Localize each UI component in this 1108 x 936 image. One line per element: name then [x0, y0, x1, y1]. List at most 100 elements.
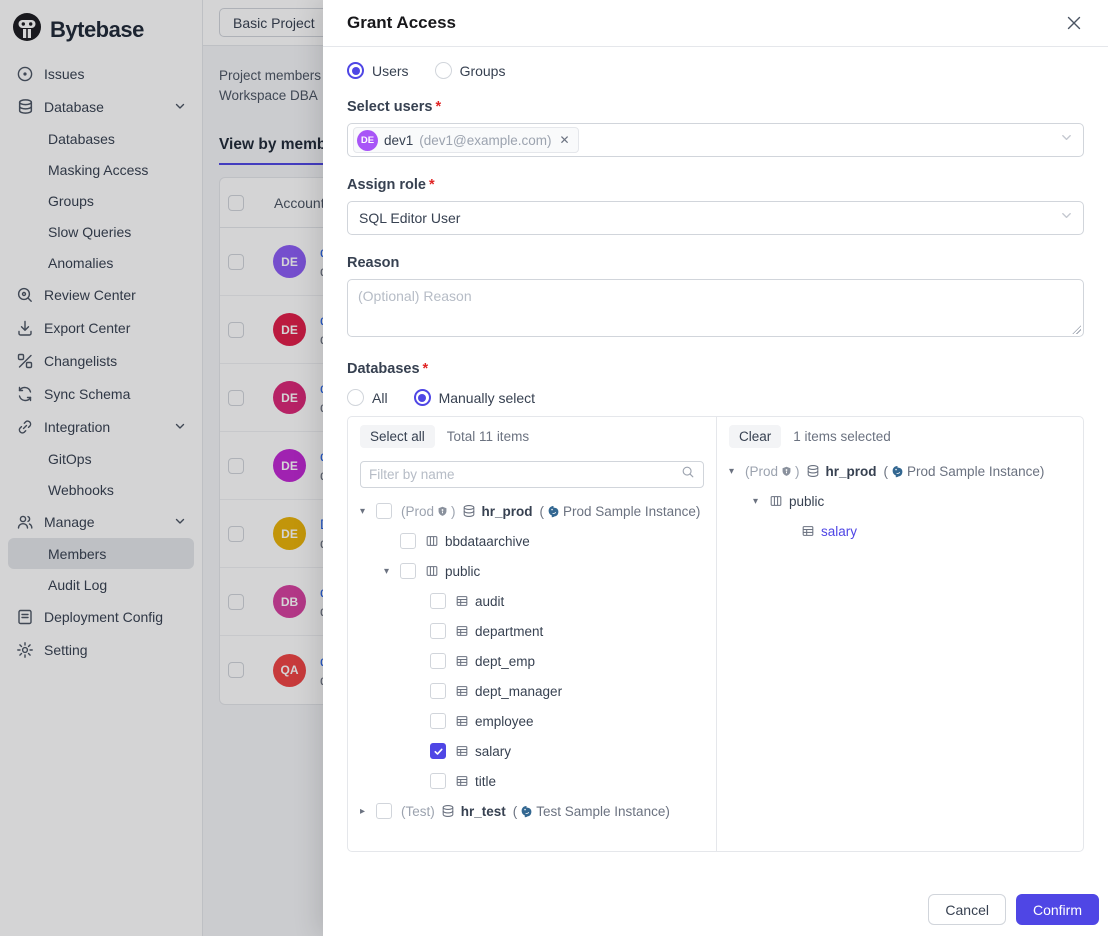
checkbox-checked[interactable] [430, 743, 446, 759]
confirm-button[interactable]: Confirm [1016, 894, 1099, 925]
chevron-down-icon [1060, 131, 1073, 149]
picker-source-pane: Select all Total 11 items ▾ (Prod) [348, 417, 717, 851]
tree-row-bbdataarchive[interactable]: bbdataarchive [360, 526, 704, 556]
select-users-input[interactable]: DE dev1 (dev1@example.com) ✕ [347, 123, 1084, 157]
database-icon [441, 804, 455, 818]
schema-icon [425, 534, 439, 548]
modal-title: Grant Access [347, 13, 456, 33]
radio-dot [347, 389, 364, 406]
table-icon [801, 524, 815, 538]
reason-textarea[interactable] [347, 279, 1084, 337]
radio-manually-select[interactable]: Manually select [414, 389, 536, 406]
tree-row-public-selected[interactable]: ▾ public [729, 486, 1071, 516]
databases-label: Databases* [347, 361, 1084, 377]
grant-access-modal: Grant Access Users Groups Select users* … [323, 0, 1108, 936]
assign-role-label: Assign role* [347, 177, 1084, 193]
postgresql-icon [520, 805, 533, 818]
postgresql-icon [891, 465, 904, 478]
table-icon [455, 774, 469, 788]
tree-row-audit[interactable]: audit [360, 586, 704, 616]
checkbox[interactable] [430, 623, 446, 639]
tree-row-hr-test[interactable]: ▸ (Test) hr_test (Test Sample Instance) [360, 796, 704, 826]
cancel-button[interactable]: Cancel [928, 894, 1006, 925]
caret-down-icon[interactable]: ▾ [384, 566, 400, 577]
databases-scope-radio-group: All Manually select [347, 389, 1084, 406]
radio-dot [435, 62, 452, 79]
table-icon [455, 654, 469, 668]
table-icon [455, 684, 469, 698]
user-name: dev1 [384, 133, 413, 148]
checkbox[interactable] [430, 773, 446, 789]
tree-row-hr-prod-selected[interactable]: ▾ (Prod) hr_prod (Prod Sample Instance) [729, 456, 1071, 486]
remove-tag-icon[interactable]: ✕ [560, 133, 570, 147]
radio-all-databases[interactable]: All [347, 389, 388, 406]
filter-box [360, 461, 704, 488]
resize-handle[interactable] [1072, 325, 1081, 334]
modal-body: Users Groups Select users* DE dev1 (dev1… [323, 47, 1108, 878]
table-icon [455, 714, 469, 728]
filter-input[interactable] [369, 467, 681, 482]
caret-right-icon[interactable]: ▸ [360, 806, 376, 817]
assign-role-select[interactable]: SQL Editor User [347, 201, 1084, 235]
checkbox[interactable] [400, 563, 416, 579]
checkbox[interactable] [430, 683, 446, 699]
schema-icon [769, 494, 783, 508]
schema-icon [425, 564, 439, 578]
required-asterisk: * [435, 99, 441, 115]
postgresql-icon [547, 505, 560, 518]
shield-icon [781, 466, 792, 477]
caret-down-icon[interactable]: ▾ [729, 466, 745, 477]
checkbox[interactable] [400, 533, 416, 549]
tree-row-hr-prod[interactable]: ▾ (Prod) hr_prod (Prod Sample Instance) [360, 496, 704, 526]
instance-label: (Test Sample Instance) [513, 804, 670, 819]
selected-tree: ▾ (Prod) hr_prod (Prod Sample Instance) … [729, 456, 1071, 546]
radio-users[interactable]: Users [347, 62, 409, 79]
tree-row-dept-manager[interactable]: dept_manager [360, 676, 704, 706]
chevron-down-icon [1060, 209, 1073, 227]
database-icon [462, 504, 476, 518]
tree-row-department[interactable]: department [360, 616, 704, 646]
shield-icon [437, 506, 448, 517]
tree-row-dept-emp[interactable]: dept_emp [360, 646, 704, 676]
checkbox[interactable] [430, 713, 446, 729]
clear-button[interactable]: Clear [729, 425, 781, 448]
required-asterisk: * [429, 177, 435, 193]
checkbox[interactable] [376, 803, 392, 819]
database-tree: ▾ (Prod) hr_prod (Prod Sample Instance) … [360, 496, 704, 826]
tree-row-salary[interactable]: salary [360, 736, 704, 766]
environment-label: (Test) [401, 804, 435, 819]
checkbox[interactable] [430, 593, 446, 609]
table-icon [455, 624, 469, 638]
tree-row-public[interactable]: ▾ public [360, 556, 704, 586]
radio-groups[interactable]: Groups [435, 62, 506, 79]
caret-down-icon[interactable]: ▾ [753, 496, 769, 507]
radio-dot [347, 62, 364, 79]
select-all-button[interactable]: Select all [360, 425, 435, 448]
tree-row-salary-selected[interactable]: salary [729, 516, 1071, 546]
checkbox[interactable] [430, 653, 446, 669]
scope-radio-group: Users Groups [347, 62, 1084, 79]
modal-header: Grant Access [323, 0, 1108, 47]
selected-user-tag: DE dev1 (dev1@example.com) ✕ [353, 127, 579, 153]
database-picker: Select all Total 11 items ▾ (Prod) [347, 416, 1084, 852]
assign-role-value: SQL Editor User [353, 210, 460, 226]
checkbox[interactable] [376, 503, 392, 519]
table-icon [455, 744, 469, 758]
radio-dot [414, 389, 431, 406]
caret-down-icon[interactable]: ▾ [360, 506, 376, 517]
required-asterisk: * [423, 361, 429, 377]
instance-label: (Prod Sample Instance) [884, 464, 1045, 479]
tree-row-title[interactable]: title [360, 766, 704, 796]
database-icon [806, 464, 820, 478]
environment-label: (Prod) [745, 464, 800, 479]
app-root: Bytebase Issues Database Databases Maski… [0, 0, 1108, 936]
close-icon[interactable] [1064, 13, 1084, 33]
environment-label: (Prod) [401, 504, 456, 519]
search-icon [681, 465, 695, 484]
picker-selected-pane: Clear 1 items selected ▾ (Prod) hr_prod … [717, 417, 1083, 851]
modal-footer: Cancel Confirm [323, 878, 1108, 936]
instance-label: (Prod Sample Instance) [540, 504, 701, 519]
total-items-label: Total 11 items [447, 429, 529, 444]
table-icon [455, 594, 469, 608]
tree-row-employee[interactable]: employee [360, 706, 704, 736]
